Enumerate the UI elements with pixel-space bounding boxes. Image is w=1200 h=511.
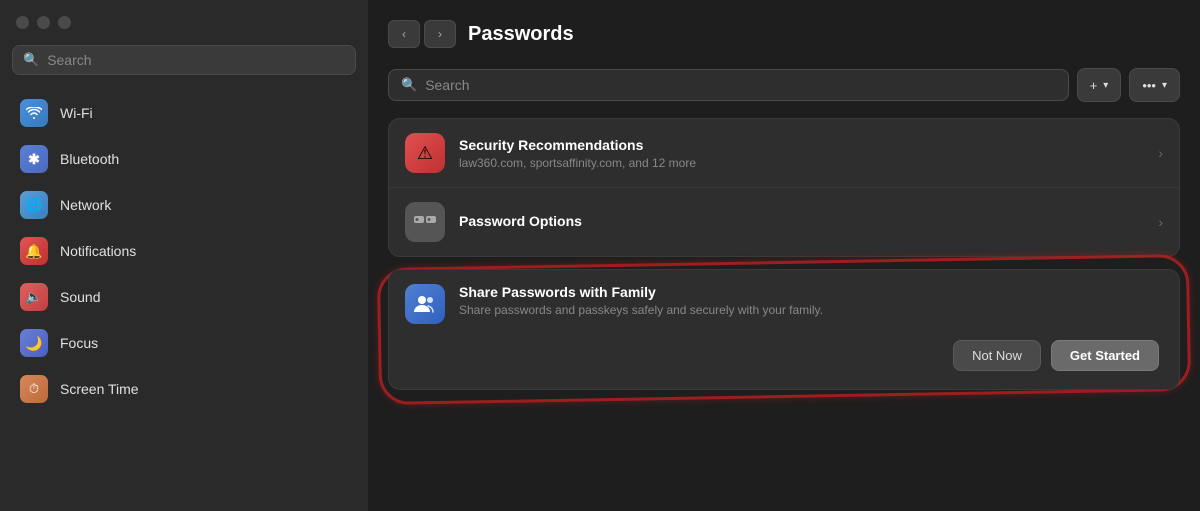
sidebar-item-label-wifi: Wi-Fi	[60, 105, 93, 121]
family-card-title: Share Passwords with Family	[459, 284, 1163, 300]
sidebar-item-label-focus: Focus	[60, 335, 98, 351]
password-options-card[interactable]: Password Options ›	[389, 188, 1179, 256]
cards-section: ⚠ Security Recommendations law360.com, s…	[388, 118, 1180, 257]
minimize-button[interactable]	[37, 16, 50, 29]
sidebar-item-sound[interactable]: 🔈 Sound	[8, 275, 360, 319]
sidebar-item-network[interactable]: 🌐 Network	[8, 183, 360, 227]
security-recommendations-card[interactable]: ⚠ Security Recommendations law360.com, s…	[389, 119, 1179, 188]
password-options-card-text: Password Options	[459, 213, 1144, 232]
family-card-text: Share Passwords with Family Share passwo…	[459, 284, 1163, 317]
security-card-title: Security Recommendations	[459, 137, 1144, 153]
main-search-bar: 🔍 + ▾ ••• ▾	[388, 68, 1180, 102]
sidebar: 🔍 Wi-Fi ✱ Bluetooth 🌐	[0, 0, 368, 511]
sidebar-search-input[interactable]	[47, 52, 345, 68]
sidebar-search-icon: 🔍	[23, 52, 39, 68]
notifications-icon: 🔔	[20, 237, 48, 265]
password-options-card-title: Password Options	[459, 213, 1144, 229]
password-options-icon	[405, 202, 445, 242]
page-title: Passwords	[468, 23, 574, 46]
family-card-actions: Not Now Get Started	[405, 340, 1163, 375]
get-started-button[interactable]: Get Started	[1051, 340, 1159, 371]
traffic-lights	[0, 16, 368, 45]
not-now-button[interactable]: Not Now	[953, 340, 1041, 371]
security-card-text: Security Recommendations law360.com, spo…	[459, 137, 1144, 170]
sidebar-item-label-network: Network	[60, 197, 111, 213]
nav-back-button[interactable]: ‹	[388, 20, 420, 48]
add-chevron-icon: ▾	[1103, 80, 1108, 91]
sound-icon: 🔈	[20, 283, 48, 311]
sidebar-search-container[interactable]: 🔍	[12, 45, 356, 75]
password-options-chevron-icon: ›	[1158, 214, 1163, 230]
sidebar-item-focus[interactable]: 🌙 Focus	[8, 321, 360, 365]
more-dots-icon: •••	[1142, 78, 1156, 93]
family-icon	[405, 284, 445, 324]
maximize-button[interactable]	[58, 16, 71, 29]
sidebar-item-label-bluetooth: Bluetooth	[60, 151, 119, 167]
main-header: ‹ › Passwords	[388, 20, 1180, 48]
add-button[interactable]: + ▾	[1077, 68, 1122, 102]
sidebar-item-label-notifications: Notifications	[60, 243, 136, 259]
nav-forward-button[interactable]: ›	[424, 20, 456, 48]
family-card-subtitle: Share passwords and passkeys safely and …	[459, 303, 1163, 317]
screentime-icon: ⏱	[20, 375, 48, 403]
family-card-top: Share Passwords with Family Share passwo…	[405, 284, 1163, 324]
family-card: Share Passwords with Family Share passwo…	[388, 269, 1180, 390]
sidebar-item-notifications[interactable]: 🔔 Notifications	[8, 229, 360, 273]
plus-icon: +	[1090, 78, 1098, 93]
more-chevron-icon: ▾	[1162, 80, 1167, 91]
security-card-subtitle: law360.com, sportsaffinity.com, and 12 m…	[459, 156, 1144, 170]
family-card-wrapper: Share Passwords with Family Share passwo…	[388, 269, 1180, 390]
nav-buttons: ‹ ›	[388, 20, 456, 48]
focus-icon: 🌙	[20, 329, 48, 357]
wifi-icon	[20, 99, 48, 127]
security-chevron-icon: ›	[1158, 145, 1163, 161]
bluetooth-icon: ✱	[20, 145, 48, 173]
sidebar-item-label-sound: Sound	[60, 289, 100, 305]
main-search-container[interactable]: 🔍	[388, 69, 1069, 101]
sidebar-items-list: Wi-Fi ✱ Bluetooth 🌐 Network 🔔 Notificati…	[0, 91, 368, 411]
sidebar-item-label-screentime: Screen Time	[60, 381, 139, 397]
sidebar-item-screentime[interactable]: ⏱ Screen Time	[8, 367, 360, 411]
main-content: ‹ › Passwords 🔍 + ▾ ••• ▾ ⚠ Security Rec…	[368, 0, 1200, 511]
more-button[interactable]: ••• ▾	[1129, 68, 1180, 102]
main-search-input[interactable]	[425, 77, 1056, 93]
close-button[interactable]	[16, 16, 29, 29]
security-icon: ⚠	[405, 133, 445, 173]
sidebar-item-bluetooth[interactable]: ✱ Bluetooth	[8, 137, 360, 181]
network-icon: 🌐	[20, 191, 48, 219]
family-card-content: Share Passwords with Family Share passwo…	[389, 270, 1179, 389]
sidebar-item-wifi[interactable]: Wi-Fi	[8, 91, 360, 135]
main-search-icon: 🔍	[401, 77, 417, 93]
